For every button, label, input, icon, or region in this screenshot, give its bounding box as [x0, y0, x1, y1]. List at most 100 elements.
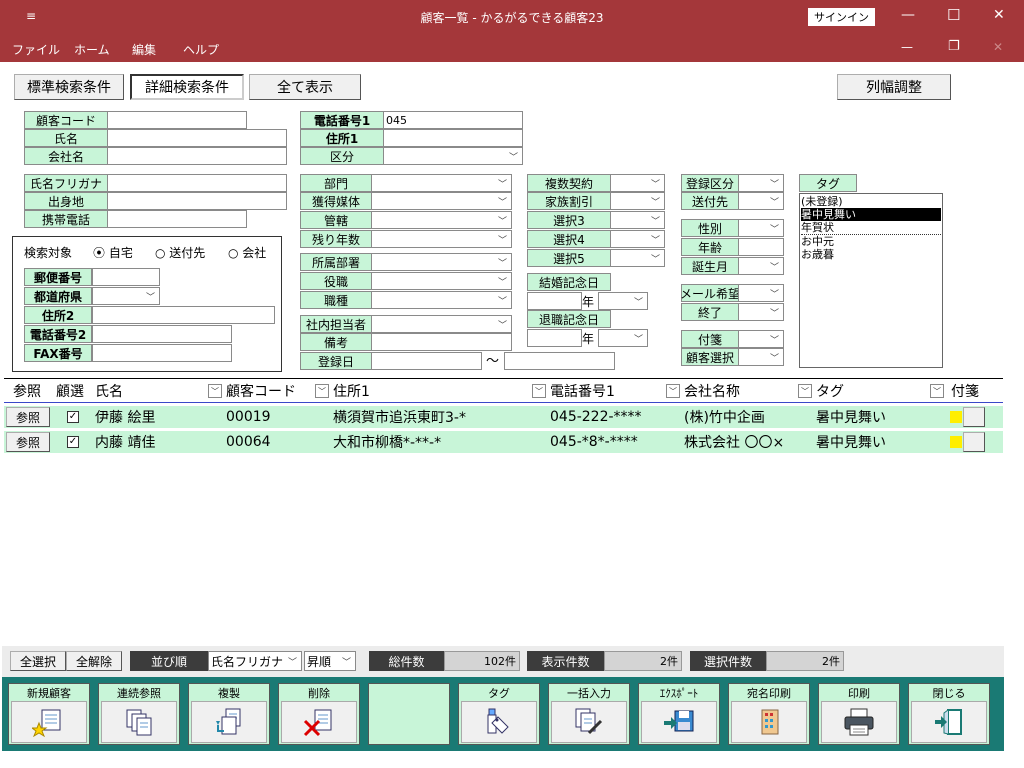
wedding-field[interactable] — [527, 292, 582, 310]
pref-select[interactable]: ﹀ — [92, 287, 160, 305]
sticky-button[interactable] — [963, 432, 985, 452]
ref-button[interactable]: 参照 — [6, 432, 50, 452]
select3-select[interactable]: ﹀ — [610, 211, 665, 229]
column-width-button[interactable]: 列幅調整 — [837, 74, 951, 100]
filter-icon[interactable]: ﹀ — [930, 384, 944, 398]
end-select[interactable]: ﹀ — [738, 303, 784, 321]
multi-contract-select[interactable]: ﹀ — [610, 174, 665, 192]
birthplace-field[interactable] — [107, 192, 287, 210]
sort-order-select[interactable]: 昇順 ﹀ — [304, 651, 356, 671]
select4-select[interactable]: ﹀ — [610, 230, 665, 248]
duplicate-button[interactable]: 複製 — [188, 683, 270, 745]
select-all-button[interactable]: 全選択 — [10, 651, 66, 671]
row-checkbox[interactable]: ✓ — [67, 406, 79, 428]
quick-access-icon[interactable]: ≡ — [26, 9, 36, 23]
sticky-select[interactable]: ﹀ — [738, 330, 784, 348]
delete-button[interactable]: 削除 — [278, 683, 360, 745]
menu-help[interactable]: ヘルプ — [183, 41, 219, 58]
filter-icon[interactable]: ﹀ — [208, 384, 222, 398]
tab-detail-search[interactable]: 詳細検索条件 — [130, 74, 244, 100]
table-row[interactable]: 参照 ✓ 伊藤 絵里 00019 横須賀市追浜東町3-* 045-222-***… — [4, 406, 1003, 428]
select5-select[interactable]: ﹀ — [610, 249, 665, 267]
shown-label: 表示件数 — [527, 651, 604, 671]
close-button[interactable]: ✕ — [993, 7, 1005, 23]
tel2-field[interactable] — [92, 325, 232, 343]
customer-code-field[interactable] — [107, 111, 247, 129]
company-field[interactable] — [107, 147, 287, 165]
mail-select[interactable]: ﹀ — [738, 284, 784, 302]
tel1-field[interactable]: 045 — [383, 111, 523, 129]
name-kana-field[interactable] — [107, 174, 287, 192]
new-customer-button[interactable]: 新規顧客 — [8, 683, 90, 745]
ref-button[interactable]: 参照 — [6, 407, 50, 427]
birth-month-select[interactable]: ﹀ — [738, 257, 784, 275]
filter-icon[interactable]: ﹀ — [798, 384, 812, 398]
wedding-year-select[interactable]: ﹀ — [598, 292, 648, 310]
addr2-field[interactable] — [92, 306, 275, 324]
remaining-select[interactable]: ﹀ — [371, 230, 512, 248]
blank-label — [369, 684, 449, 701]
minimize-button[interactable]: — — [901, 7, 915, 23]
radio-company[interactable]: ○ 会社 — [228, 244, 266, 261]
doc-minimize-button[interactable]: — — [901, 40, 913, 54]
tag-button[interactable]: タグ — [458, 683, 540, 745]
bulk-input-button[interactable]: 一括入力 — [548, 683, 630, 745]
regdate-from-field[interactable] — [371, 352, 482, 370]
name-field[interactable] — [107, 129, 287, 147]
tag-option[interactable]: (未登録) — [801, 195, 941, 208]
tab-standard-search[interactable]: 標準検索条件 — [14, 74, 124, 100]
jurisdiction-select[interactable]: ﹀ — [371, 211, 512, 229]
tag-option[interactable]: 年賀状 — [801, 221, 941, 235]
family-discount-select[interactable]: ﹀ — [610, 192, 665, 210]
staff-select[interactable]: ﹀ — [371, 315, 512, 333]
job-select[interactable]: ﹀ — [371, 291, 512, 309]
filter-icon[interactable]: ﹀ — [532, 384, 546, 398]
role-select[interactable]: ﹀ — [371, 272, 512, 290]
sort-field-select[interactable]: 氏名フリガナ ﹀ — [208, 651, 302, 671]
category-select[interactable]: ﹀ — [383, 147, 523, 165]
show-all-button[interactable]: 全て表示 — [249, 74, 361, 100]
tag-listbox[interactable]: (未登録) 暑中見舞い 年賀状 お中元 お歳暮 — [799, 193, 943, 368]
clear-all-button[interactable]: 全解除 — [66, 651, 122, 671]
sticky-button[interactable] — [963, 407, 985, 427]
tag-option[interactable]: お歳暮 — [801, 248, 941, 261]
mobile-field[interactable] — [107, 210, 247, 228]
cust-select-select[interactable]: ﹀ — [738, 348, 784, 366]
row-checkbox[interactable]: ✓ — [67, 431, 79, 453]
regdate-to-field[interactable] — [504, 352, 615, 370]
media-select[interactable]: ﹀ — [371, 192, 512, 210]
export-button[interactable]: ｴｸｽﾎﾟｰﾄ — [638, 683, 720, 745]
gender-select[interactable]: ﹀ — [738, 219, 784, 237]
zip-field[interactable] — [92, 268, 160, 286]
menu-home[interactable]: ホーム — [74, 41, 110, 58]
section-select[interactable]: ﹀ — [371, 253, 512, 271]
addr1-field[interactable] — [383, 129, 523, 147]
exit-button[interactable]: 閉じる — [908, 683, 990, 745]
fax-field[interactable] — [92, 344, 232, 362]
chevron-down-icon: ﹀ — [769, 289, 779, 300]
retire-year-select[interactable]: ﹀ — [598, 329, 648, 347]
continuous-view-button[interactable]: 連続参照 — [98, 683, 180, 745]
send-to-select[interactable]: ﹀ — [738, 192, 784, 210]
radio-send[interactable]: ○ 送付先 — [155, 244, 205, 261]
menu-file[interactable]: ファイル — [12, 41, 60, 58]
maximize-button[interactable]: ☐ — [947, 6, 960, 24]
col-header-tag: タグ — [816, 384, 844, 400]
tag-option-selected[interactable]: 暑中見舞い — [801, 208, 941, 221]
menu-edit[interactable]: 編集 — [132, 41, 156, 58]
filter-icon[interactable]: ﹀ — [315, 384, 329, 398]
reg-type-select[interactable]: ﹀ — [738, 174, 784, 192]
signin-button[interactable]: サインイン — [808, 8, 875, 26]
remarks-field[interactable] — [371, 333, 512, 351]
retire-field[interactable] — [527, 329, 582, 347]
doc-close-button[interactable]: ✕ — [993, 40, 1003, 54]
radio-home[interactable]: ⦿ 自宅 — [93, 244, 133, 261]
age-field[interactable] — [738, 238, 784, 256]
address-print-button[interactable]: 宛名印刷 — [728, 683, 810, 745]
dept-select[interactable]: ﹀ — [371, 174, 512, 192]
tag-option[interactable]: お中元 — [801, 235, 941, 248]
doc-restore-button[interactable]: ❐ — [948, 39, 960, 54]
filter-icon[interactable]: ﹀ — [666, 384, 680, 398]
table-row[interactable]: 参照 ✓ 内藤 靖佳 00064 大和市柳橋*-**-* 045-*8*-***… — [4, 431, 1003, 453]
print-button[interactable]: 印刷 — [818, 683, 900, 745]
